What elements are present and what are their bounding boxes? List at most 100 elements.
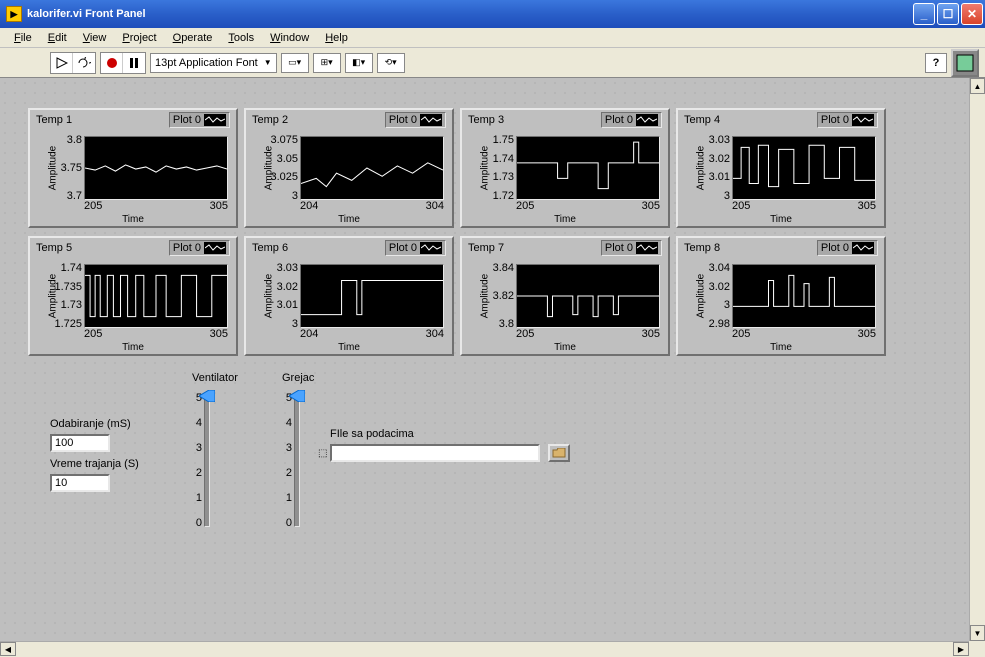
chart-legend[interactable]: Plot 0	[385, 112, 446, 128]
menu-edit[interactable]: Edit	[40, 30, 75, 46]
chart-temp-2: Temp 2 Plot 0 Amplitude 3.0753.053.0253 …	[244, 108, 454, 228]
plot-area[interactable]	[300, 136, 444, 200]
ytick: 3.8	[48, 134, 82, 146]
slider-tick: 1	[270, 492, 292, 504]
ytick: 3.75	[48, 162, 82, 174]
pause-button[interactable]	[123, 53, 145, 73]
ytick: 3	[696, 299, 730, 311]
chart-legend[interactable]: Plot 0	[817, 240, 878, 256]
run-button[interactable]	[51, 53, 73, 73]
scroll-up-button[interactable]: ▲	[970, 78, 985, 94]
ventilator-slider[interactable]: Ventilator 543210	[180, 388, 220, 533]
ytick: 1.73	[480, 171, 514, 183]
xtick: 305	[210, 200, 228, 212]
slider-tick: 1	[180, 492, 202, 504]
xtick: 305	[858, 200, 876, 212]
legend-label: Plot 0	[605, 242, 633, 254]
plot-area[interactable]	[84, 136, 228, 200]
menu-project[interactable]: Project	[114, 30, 164, 46]
ytick: 3.82	[480, 290, 514, 302]
chart-title: Temp 1	[36, 114, 72, 126]
legend-label: Plot 0	[173, 242, 201, 254]
vi-icon[interactable]	[951, 49, 979, 77]
menu-window[interactable]: Window	[262, 30, 317, 46]
scroll-down-button[interactable]: ▼	[970, 625, 985, 641]
x-axis-label: Time	[338, 214, 360, 225]
plot-area[interactable]	[300, 264, 444, 328]
help-button[interactable]: ?	[925, 53, 947, 73]
xtick: 305	[642, 328, 660, 340]
vreme-input[interactable]	[50, 474, 110, 492]
ytick: 1.75	[480, 134, 514, 146]
chart-temp-1: Temp 1 Plot 0 Amplitude 3.83.753.7 20530…	[28, 108, 238, 228]
slider-thumb[interactable]	[289, 390, 305, 402]
menu-help[interactable]: Help	[317, 30, 356, 46]
window-minimize-button[interactable]: _	[913, 3, 935, 25]
menu-tools[interactable]: Tools	[220, 30, 262, 46]
scroll-left-button[interactable]: ◀	[0, 642, 16, 656]
ytick: 3.01	[264, 299, 298, 311]
grejac-slider[interactable]: Grejac 543210	[270, 388, 310, 533]
align-button[interactable]: ▭▾	[281, 53, 309, 73]
menu-file[interactable]: File	[6, 30, 40, 46]
vreme-label: Vreme trajanja (S)	[50, 458, 139, 470]
scroll-right-button[interactable]: ▶	[953, 642, 969, 656]
chart-legend[interactable]: Plot 0	[817, 112, 878, 128]
xtick: 205	[516, 200, 534, 212]
plot-area[interactable]	[732, 264, 876, 328]
chart-legend[interactable]: Plot 0	[169, 240, 230, 256]
ytick: 3.04	[696, 262, 730, 274]
chart-legend[interactable]: Plot 0	[169, 112, 230, 128]
menu-view[interactable]: View	[75, 30, 115, 46]
file-path-input[interactable]: ⬚	[330, 444, 540, 462]
chart-title: Temp 3	[468, 114, 504, 126]
plot-area[interactable]	[516, 136, 660, 200]
run-continuous-button[interactable]	[73, 53, 95, 73]
resize-button[interactable]: ◧▾	[345, 53, 373, 73]
menubar: File Edit View Project Operate Tools Win…	[0, 28, 985, 48]
legend-label: Plot 0	[605, 114, 633, 126]
ytick: 1.74	[480, 153, 514, 165]
chart-legend[interactable]: Plot 0	[601, 240, 662, 256]
vertical-scrollbar[interactable]: ▲ ▼	[969, 78, 985, 641]
legend-label: Plot 0	[821, 242, 849, 254]
plot-area[interactable]	[516, 264, 660, 328]
folder-icon	[552, 448, 566, 458]
window-titlebar: ▶ kalorifer.vi Front Panel _ ☐ ✕	[0, 0, 985, 28]
xtick: 204	[300, 200, 318, 212]
plot-area[interactable]	[732, 136, 876, 200]
x-axis-label: Time	[122, 214, 144, 225]
font-selector[interactable]: 13pt Application Font ▼	[150, 53, 277, 73]
chart-legend[interactable]: Plot 0	[601, 112, 662, 128]
file-browse-button[interactable]	[548, 444, 570, 462]
slider-thumb[interactable]	[199, 390, 215, 402]
chart-title: Temp 7	[468, 242, 504, 254]
ytick: 3.075	[264, 134, 298, 146]
window-maximize-button[interactable]: ☐	[937, 3, 959, 25]
abort-button[interactable]	[101, 53, 123, 73]
menu-operate[interactable]: Operate	[165, 30, 221, 46]
ventilator-label: Ventilator	[192, 372, 238, 384]
legend-line-icon	[852, 114, 874, 126]
chart-temp-8: Temp 8 Plot 0 Amplitude 3.043.0232.98 20…	[676, 236, 886, 356]
horizontal-scrollbar[interactable]: ◀ ▶	[0, 641, 985, 657]
ytick: 3.03	[264, 262, 298, 274]
ytick: 3.02	[696, 281, 730, 293]
chart-legend[interactable]: Plot 0	[385, 240, 446, 256]
odabiranje-input[interactable]	[50, 434, 110, 452]
slider-tick: 0	[270, 517, 292, 529]
window-close-button[interactable]: ✕	[961, 3, 983, 25]
plot-area[interactable]	[84, 264, 228, 328]
resize-grip[interactable]	[969, 641, 985, 657]
ytick: 1.72	[480, 190, 514, 202]
reorder-button[interactable]: ⟲▾	[377, 53, 405, 73]
font-label: 13pt Application Font	[155, 57, 258, 69]
ytick: 3	[696, 190, 730, 202]
legend-line-icon	[204, 242, 226, 254]
x-axis-label: Time	[122, 342, 144, 353]
distribute-button[interactable]: ⊞▾	[313, 53, 341, 73]
ytick: 3.02	[696, 153, 730, 165]
chart-temp-4: Temp 4 Plot 0 Amplitude 3.033.023.013 20…	[676, 108, 886, 228]
xtick: 305	[210, 328, 228, 340]
xtick: 205	[732, 200, 750, 212]
